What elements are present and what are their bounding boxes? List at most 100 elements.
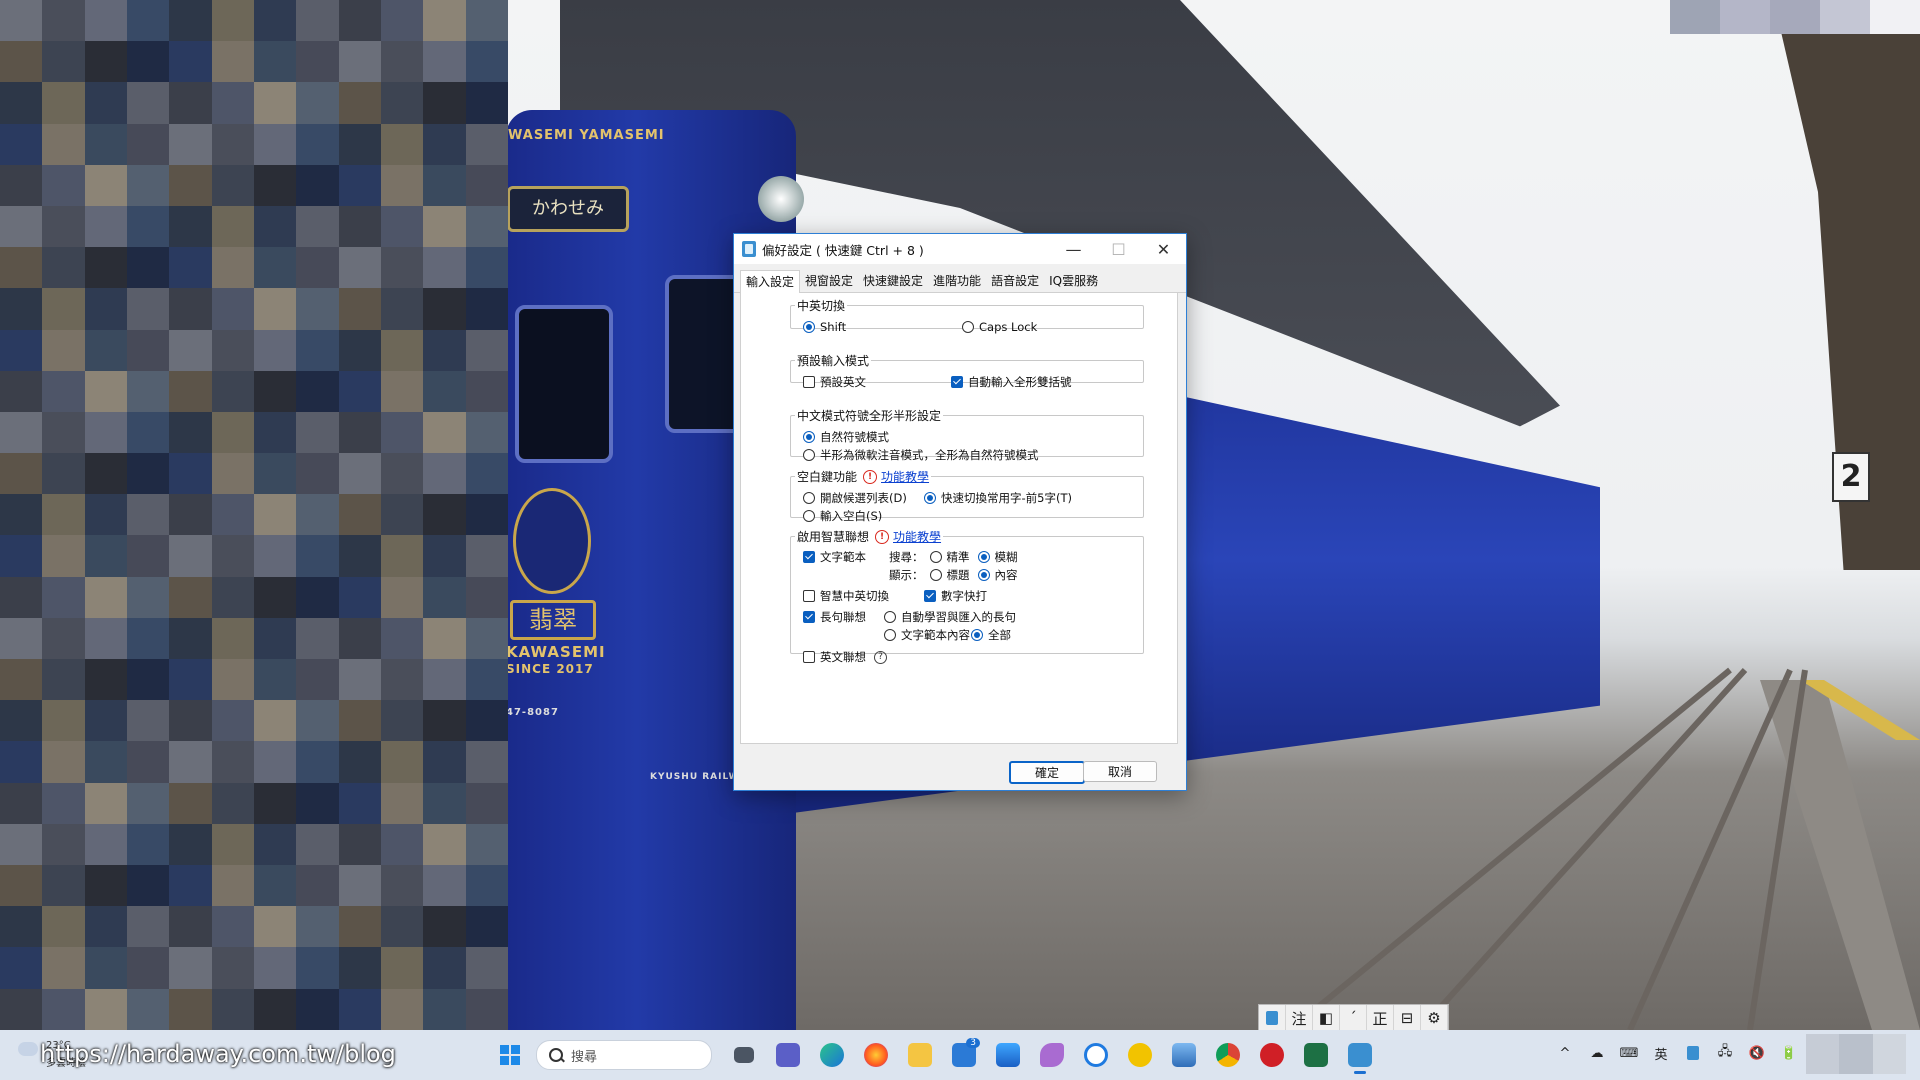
network-icon[interactable]: 🖧 — [1716, 1044, 1734, 1062]
ime-settings-button[interactable] — [1342, 1035, 1378, 1075]
checkbox-indicator[interactable] — [803, 611, 815, 623]
start-button[interactable] — [492, 1035, 528, 1075]
auto-learn-radio[interactable]: 自動學習與匯入的長句 — [884, 609, 1016, 625]
checkbox-indicator[interactable] — [803, 590, 815, 602]
checkbox-indicator[interactable] — [803, 651, 815, 663]
space-group-legend: 空白鍵功能 ! 功能教學 — [795, 468, 931, 485]
excel-button[interactable] — [1298, 1035, 1334, 1075]
smart-tutorial-link[interactable]: 功能教學 — [893, 528, 941, 545]
radio-indicator[interactable] — [929, 551, 942, 563]
chrome-button[interactable] — [1210, 1035, 1246, 1075]
quick-number-checkbox[interactable]: 數字快打 — [924, 588, 987, 604]
default-english-checkbox[interactable]: 預設英文 — [803, 374, 866, 390]
taskbar-apps: 搜尋 3 — [492, 1035, 1378, 1075]
checkbox-indicator[interactable] — [951, 376, 963, 388]
all-radio[interactable]: 全部 — [971, 627, 1011, 643]
ime-keyboard-icon[interactable]: ⊟ — [1394, 1005, 1421, 1031]
open-candidate-label: 開啟候選列表(D) — [820, 491, 907, 505]
radio-indicator[interactable] — [884, 611, 896, 623]
radio-indicator[interactable] — [977, 551, 990, 563]
ok-button[interactable]: 確定 — [1009, 761, 1085, 784]
template-content-radio[interactable]: 文字範本內容 — [884, 627, 970, 643]
help-icon[interactable]: ? — [874, 650, 887, 664]
tab-iq-cloud[interactable]: IQ雲服務 — [1044, 270, 1103, 291]
space-tutorial-link[interactable]: 功能教學 — [881, 468, 929, 485]
copilot-button[interactable] — [1078, 1035, 1114, 1075]
minimize-button[interactable]: — — [1051, 234, 1096, 264]
ime-settings-icon[interactable]: ⚙ — [1421, 1005, 1448, 1031]
norton-button[interactable] — [1122, 1035, 1158, 1075]
file-explorer-button[interactable] — [902, 1035, 938, 1075]
english-assoc-checkbox[interactable]: 英文聯想 ? — [803, 649, 887, 665]
radio-indicator[interactable] — [803, 449, 815, 461]
quick-switch-radio[interactable]: 快速切換常用字-前5字(T) — [924, 490, 1072, 506]
radio-indicator[interactable] — [962, 321, 974, 333]
red-app-button[interactable] — [1254, 1035, 1290, 1075]
ime-app-icon — [1348, 1043, 1372, 1067]
ime-halfwidth-icon[interactable]: ◧ — [1313, 1005, 1340, 1031]
radio-indicator[interactable] — [803, 492, 815, 504]
volume-muted-icon[interactable]: 🔇 — [1748, 1044, 1766, 1062]
task-view-button[interactable] — [726, 1035, 762, 1075]
headboard-text: WASEMI YAMASEMI — [508, 128, 665, 143]
edge-button[interactable] — [814, 1035, 850, 1075]
radio-indicator[interactable] — [803, 431, 815, 443]
long-sentence-label: 長句聯想 — [820, 610, 866, 624]
search-icon — [549, 1048, 563, 1062]
ime-traditional-icon[interactable]: 正 — [1367, 1005, 1394, 1031]
maximize-button[interactable]: ☐ — [1096, 234, 1141, 264]
onenote-button[interactable] — [1034, 1035, 1070, 1075]
input-space-radio[interactable]: 輸入空白(S) — [803, 508, 882, 524]
taskbar-search[interactable]: 搜尋 — [536, 1040, 712, 1070]
natural-symbol-radio[interactable]: 自然符號模式 — [803, 429, 889, 445]
exact-label[interactable]: 精準 — [947, 549, 970, 565]
smart-switch-checkbox[interactable]: 智慧中英切換 — [803, 588, 889, 604]
shift-radio[interactable]: Shift — [803, 320, 846, 334]
fuzzy-label[interactable]: 模糊 — [995, 549, 1018, 565]
cancel-button[interactable]: 取消 — [1083, 761, 1157, 782]
ime-tone-icon[interactable]: ˊ — [1340, 1005, 1367, 1031]
tab-window-settings[interactable]: 視窗設定 — [800, 270, 858, 291]
onedrive-icon[interactable]: ☁ — [1588, 1044, 1606, 1062]
open-candidate-radio[interactable]: 開啟候選列表(D) — [803, 490, 907, 506]
halfwidth-ms-radio[interactable]: 半形為微軟注音模式，全形為自然符號模式 — [803, 447, 1039, 463]
radio-indicator[interactable] — [924, 492, 936, 504]
content-label[interactable]: 內容 — [995, 567, 1018, 583]
keyboard-icon[interactable]: ⌨ — [1620, 1044, 1639, 1062]
title-label[interactable]: 標題 — [947, 567, 970, 583]
warning-icon: ! — [863, 469, 878, 484]
checkbox-indicator[interactable] — [803, 551, 815, 563]
dialog-titlebar[interactable]: 偏好設定 ( 快速鍵 Ctrl + 8 ) — ☐ ✕ — [734, 234, 1186, 264]
ime-app-icon[interactable] — [1259, 1005, 1286, 1031]
radio-indicator[interactable] — [803, 321, 815, 333]
store-button[interactable] — [990, 1035, 1026, 1075]
checkbox-indicator[interactable] — [924, 590, 936, 602]
firefox-button[interactable] — [858, 1035, 894, 1075]
auto-fullwidth-quotes-checkbox[interactable]: 自動輸入全形雙括號 — [951, 374, 1072, 390]
checkbox-indicator[interactable] — [803, 376, 815, 388]
long-sentence-checkbox[interactable]: 長句聯想 — [803, 609, 866, 625]
chevron-up-icon[interactable]: ^ — [1556, 1044, 1574, 1062]
radio-indicator[interactable] — [929, 569, 942, 581]
radio-indicator[interactable] — [803, 510, 815, 522]
radio-indicator[interactable] — [977, 569, 990, 581]
tab-advanced[interactable]: 進階功能 — [928, 270, 986, 291]
radio-indicator[interactable] — [884, 629, 896, 641]
auto-fullwidth-quotes-label: 自動輸入全形雙括號 — [968, 375, 1072, 389]
ime-tray-icon[interactable] — [1684, 1044, 1702, 1062]
battery-icon[interactable]: 🔋 — [1780, 1044, 1798, 1062]
ime-toolbar[interactable]: 注 ◧ ˊ 正 ⊟ ⚙ — [1258, 1004, 1449, 1032]
capslock-radio[interactable]: Caps Lock — [962, 320, 1037, 334]
tab-hotkey-settings[interactable]: 快速鍵設定 — [858, 270, 928, 291]
photos-button[interactable] — [1166, 1035, 1202, 1075]
tab-input-settings[interactable]: 輸入設定 — [740, 270, 801, 293]
tab-voice-settings[interactable]: 語音設定 — [986, 270, 1044, 291]
close-button[interactable]: ✕ — [1141, 234, 1186, 264]
teams-button[interactable] — [770, 1035, 806, 1075]
excel-icon — [1304, 1043, 1328, 1067]
ime-mode-icon[interactable]: 注 — [1286, 1005, 1313, 1031]
radio-indicator[interactable] — [971, 629, 983, 641]
mail-button[interactable]: 3 — [946, 1035, 982, 1075]
language-indicator[interactable]: 英 — [1652, 1044, 1670, 1063]
text-template-checkbox[interactable]: 文字範本 — [803, 549, 866, 565]
